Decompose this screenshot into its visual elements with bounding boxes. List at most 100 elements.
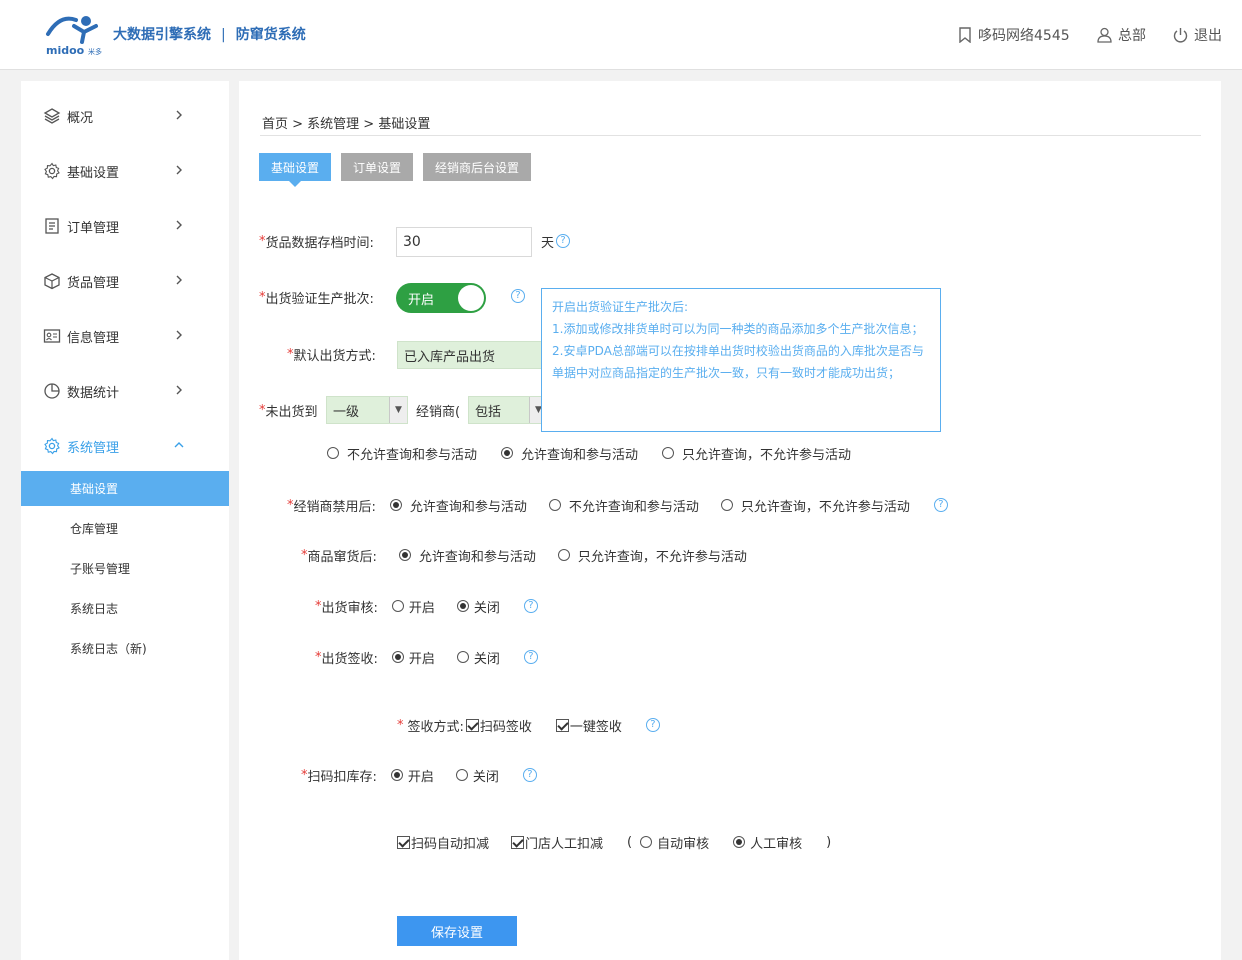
review-option-manual[interactable]: 人工审核	[733, 833, 802, 852]
help-icon[interactable]: ?	[523, 650, 538, 664]
verify-batch-label: * 出货验证生产批次:	[259, 288, 374, 307]
review-option-auto[interactable]: 自动审核	[640, 833, 709, 852]
archive-time-input[interactable]	[396, 227, 532, 257]
help-icon[interactable]: ?	[556, 234, 571, 248]
ship-sign-option-off[interactable]: 关闭	[456, 648, 500, 667]
sign-method-scan-checkbox[interactable]: 扫码签收	[465, 716, 532, 735]
sidebar-item-label: 数据统计	[67, 385, 120, 401]
option-label: 关闭	[473, 600, 500, 616]
unshipped-option-allow[interactable]: 允许查询和参与活动	[501, 444, 638, 463]
option-label: 人工审核	[750, 836, 803, 852]
sign-method-one-click-checkbox[interactable]: 一键签收	[555, 716, 622, 735]
ship-review-text: 出货审核:	[321, 600, 378, 616]
power-icon	[1173, 28, 1188, 43]
checkbox	[397, 835, 410, 849]
unshipped-option-deny[interactable]: 不允许查询和参与活动	[327, 444, 477, 463]
gear-icon	[44, 437, 60, 455]
radio-button	[662, 447, 675, 459]
help-icon[interactable]: ?	[523, 599, 538, 613]
unshipped-option-query-only[interactable]: 只允许查询，不允许参与活动	[662, 444, 851, 463]
scan-deduct-option-on[interactable]: 开启	[390, 766, 434, 785]
help-icon[interactable]: ?	[645, 718, 660, 732]
default-ship-label: * 默认出货方式:	[287, 345, 376, 364]
verify-batch-toggle[interactable]: 开启	[396, 283, 486, 313]
unshipped-level-value: 一级	[333, 404, 360, 420]
option-label: 关闭	[472, 769, 499, 785]
chevron-right-icon	[176, 275, 182, 285]
radio-button	[720, 499, 733, 511]
svg-text:米多: 米多	[88, 47, 102, 56]
product-diverted-text: 商品窜货后:	[307, 549, 377, 565]
ship-sign-text: 出货签收:	[321, 651, 378, 667]
tab-dealer-backend-settings[interactable]: 经销商后台设置	[423, 153, 531, 181]
svg-text:midoo: midoo	[46, 44, 85, 56]
subnav-system-log-new[interactable]: 系统日志（新)	[21, 631, 229, 666]
account-link[interactable]: 哆码网络4545	[958, 25, 1070, 45]
option-label: 允许查询和参与活动	[521, 447, 639, 463]
product-diverted-option-query-only[interactable]: 只允许查询，不允许参与活动	[557, 546, 747, 565]
dealer-disabled-option-allow[interactable]: 允许查询和参与活动	[389, 496, 527, 515]
sidebar-item-overview[interactable]: 概况	[21, 96, 229, 136]
radio-button	[501, 447, 514, 459]
pie-chart-icon	[44, 383, 60, 399]
sidebar-item-statistics[interactable]: 数据统计	[21, 371, 229, 411]
sidebar-item-system[interactable]: 系统管理	[21, 426, 229, 466]
brand-separator: |	[221, 27, 226, 43]
paren-close: )	[826, 834, 832, 850]
ship-review-row: * 出货审核: 开启 关闭 ?	[315, 597, 538, 616]
ship-review-option-on[interactable]: 开启	[391, 597, 435, 616]
sidebar: 概况 基础设置 订单管理 货品管理 信息管理 数据统计 系统管理 基础设置 仓库…	[21, 81, 229, 960]
default-ship-select[interactable]: 已入库产品出货	[397, 341, 547, 369]
radio-button	[456, 600, 469, 612]
dealer-include-select[interactable]: 包括 ▼	[468, 396, 548, 424]
role-link[interactable]: 总部	[1097, 25, 1146, 45]
subnav-warehouse[interactable]: 仓库管理	[21, 511, 229, 546]
dealer-disabled-option-deny[interactable]: 不允许查询和参与活动	[548, 496, 699, 515]
option-label: 不允许查询和参与活动	[347, 447, 478, 463]
radio-button	[557, 549, 570, 561]
unshipped-level-select[interactable]: 一级 ▼	[326, 396, 408, 424]
help-icon[interactable]: ?	[522, 768, 537, 782]
top-header: midoo 米多 大数据引擎系统 | 防窜货系统 哆码网络4545 总部 退出	[0, 0, 1242, 70]
checkbox	[511, 835, 525, 849]
subnav-system-log[interactable]: 系统日志	[21, 591, 229, 626]
document-icon	[45, 218, 59, 234]
subnav-sub-accounts[interactable]: 子账号管理	[21, 551, 229, 586]
radio-button	[456, 651, 469, 663]
deduct-store-manual-checkbox[interactable]: 门店人工扣减	[511, 833, 603, 852]
option-label: 只允许查询，不允许参与活动	[740, 499, 910, 515]
subnav-label: 系统日志（新)	[70, 642, 147, 656]
chevron-down-icon: ▼	[389, 397, 407, 423]
product-diverted-option-allow[interactable]: 允许查询和参与活动	[398, 546, 536, 565]
tab-basic-settings[interactable]: 基础设置	[259, 153, 331, 187]
sidebar-item-basic-settings[interactable]: 基础设置	[21, 151, 229, 191]
bookmark-icon	[959, 27, 971, 43]
ship-review-option-off[interactable]: 关闭	[456, 597, 500, 616]
option-label: 一键签收	[569, 719, 622, 735]
deduct-scan-auto-checkbox[interactable]: 扫码自动扣减	[397, 833, 489, 852]
dealer-prefix-text: 经销商(	[416, 404, 461, 420]
ship-sign-option-on[interactable]: 开启	[391, 648, 435, 667]
tab-order-settings[interactable]: 订单设置	[341, 153, 413, 181]
scan-deduct-option-off[interactable]: 关闭	[455, 766, 499, 785]
archive-unit-text: 天	[541, 235, 555, 251]
save-settings-button[interactable]: 保存设置	[397, 916, 517, 946]
tooltip-line-2: 2.安卓PDA总部端可以在按排单出货时校验出货商品的入库批次是否与单据中对应商品…	[552, 344, 924, 380]
sidebar-item-products[interactable]: 货品管理	[21, 261, 229, 301]
radio-button	[733, 836, 746, 848]
breadcrumb: 首页 > 系统管理 > 基础设置	[262, 117, 431, 132]
sidebar-item-orders[interactable]: 订单管理	[21, 206, 229, 246]
radio-button	[640, 836, 653, 848]
sidebar-item-info[interactable]: 信息管理	[21, 316, 229, 356]
brand-secondary: 防窜货系统	[235, 27, 306, 43]
help-icon[interactable]: ?	[511, 289, 525, 303]
user-icon	[1097, 27, 1112, 43]
subnav-basic-settings[interactable]: 基础设置	[21, 471, 229, 506]
dealer-disabled-option-query-only[interactable]: 只允许查询，不允许参与活动	[720, 496, 910, 515]
radio-button	[548, 499, 561, 511]
help-icon[interactable]: ?	[933, 498, 948, 512]
subnav-label: 子账号管理	[70, 562, 131, 576]
logout-button[interactable]: 退出	[1173, 25, 1222, 45]
option-label: 开启	[408, 651, 435, 667]
role-label: 总部	[1118, 28, 1146, 44]
